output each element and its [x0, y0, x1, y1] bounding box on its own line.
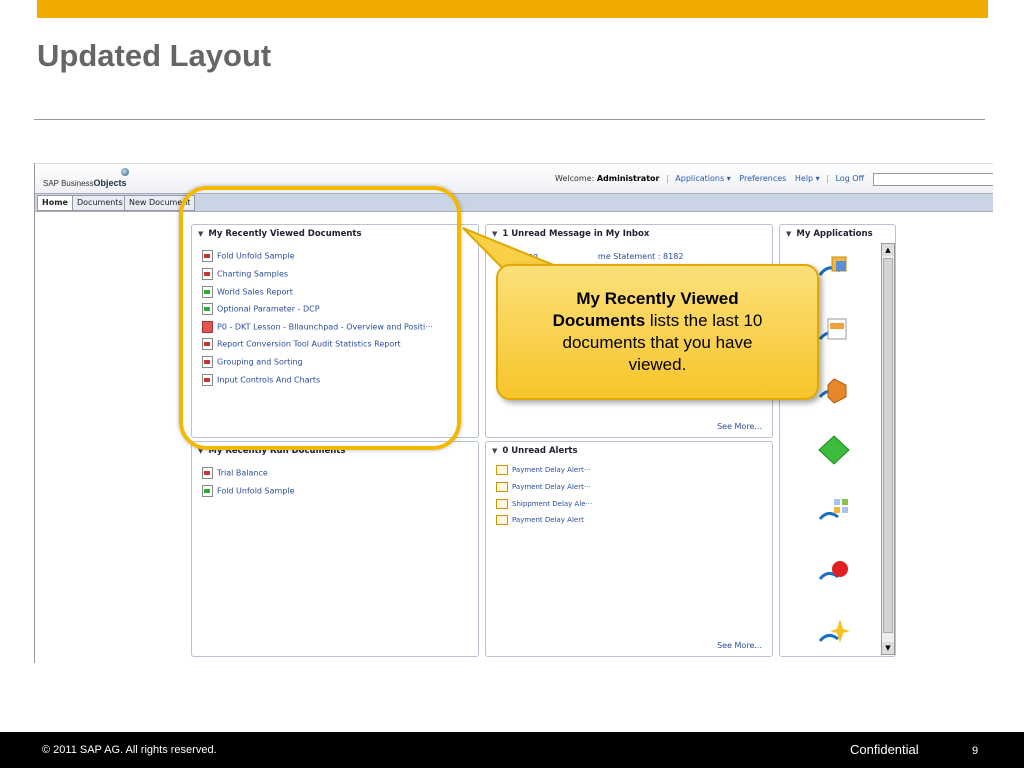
help-menu[interactable]: Help ▾: [795, 174, 820, 183]
welcome-bar: Welcome: Administrator | Applications ▾ …: [555, 174, 865, 183]
applications-scrollbar[interactable]: ▲ ▼: [881, 243, 895, 655]
scroll-down-icon[interactable]: ▼: [882, 642, 894, 654]
app-logo: SAP BusinessObjects: [43, 168, 129, 188]
report-icon: [202, 467, 213, 479]
title-divider: [34, 119, 985, 120]
app-header: SAP BusinessObjects Welcome: Administrat…: [35, 163, 993, 194]
inbox-see-more-link[interactable]: See More...: [717, 422, 762, 431]
folder-app-icon[interactable]: [818, 253, 850, 283]
cube-app-icon[interactable]: [818, 375, 850, 405]
tab-documents[interactable]: Documents: [72, 195, 128, 211]
copyright: © 2011 SAP AG. All rights reserved.: [42, 744, 217, 756]
slide-title: Updated Layout: [37, 38, 272, 73]
scroll-up-icon[interactable]: ▲: [882, 244, 894, 256]
grid-app-icon[interactable]: [818, 497, 850, 527]
alerts-panel: ▼ 0 Unread Alerts Payment Delay Alert··· …: [485, 441, 773, 657]
collapse-icon[interactable]: ▼: [492, 447, 497, 455]
alert-icon: [496, 499, 508, 509]
report-icon: [496, 250, 507, 262]
inbox-item[interactable]: Rolling me Statement : 8182: [496, 250, 683, 262]
callout-box: My Recently Viewed Documents lists the l…: [496, 264, 819, 400]
list-item[interactable]: Fold Unfold Sample: [202, 485, 295, 497]
slide-footer: © 2011 SAP AG. All rights reserved. Conf…: [0, 732, 1024, 768]
recently-run-panel: ▼ My Recently Run Documents Trial Balance…: [191, 441, 479, 657]
alert-icon: [496, 465, 508, 475]
document-app-icon[interactable]: [818, 315, 850, 345]
star-app-icon[interactable]: [818, 617, 850, 647]
app-screenshot: SAP BusinessObjects Welcome: Administrat…: [34, 163, 993, 663]
logo-globe-icon: [121, 168, 129, 176]
alert-icon: [496, 515, 508, 525]
page-number: 9: [972, 745, 979, 757]
current-user: Administrator: [596, 174, 660, 183]
alert-item[interactable]: Payment Delay Alert···: [496, 465, 591, 475]
pin-app-icon[interactable]: [818, 557, 850, 587]
alert-item[interactable]: Payment Delay Alert···: [496, 482, 591, 492]
search-input[interactable]: [873, 173, 993, 186]
collapse-icon[interactable]: ▼: [786, 230, 791, 238]
green-diamond-icon[interactable]: [818, 435, 850, 465]
confidential-label: Confidential: [850, 742, 919, 757]
report-icon: [202, 485, 213, 497]
alerts-see-more-link[interactable]: See More...: [717, 641, 762, 650]
applications-menu[interactable]: Applications ▾: [675, 174, 730, 183]
alert-item[interactable]: Payment Delay Alert: [496, 515, 584, 525]
alert-icon: [496, 482, 508, 492]
highlight-ring: [179, 186, 461, 450]
collapse-icon[interactable]: ▼: [492, 230, 497, 238]
accent-bar: [37, 0, 988, 18]
tab-home[interactable]: Home: [37, 195, 73, 211]
preferences-link[interactable]: Preferences: [739, 174, 786, 183]
logoff-link[interactable]: Log Off: [835, 174, 864, 183]
scroll-thumb[interactable]: [883, 258, 893, 633]
alert-item[interactable]: Shippment Delay Ale···: [496, 499, 592, 509]
list-item[interactable]: Trial Balance: [202, 467, 268, 479]
